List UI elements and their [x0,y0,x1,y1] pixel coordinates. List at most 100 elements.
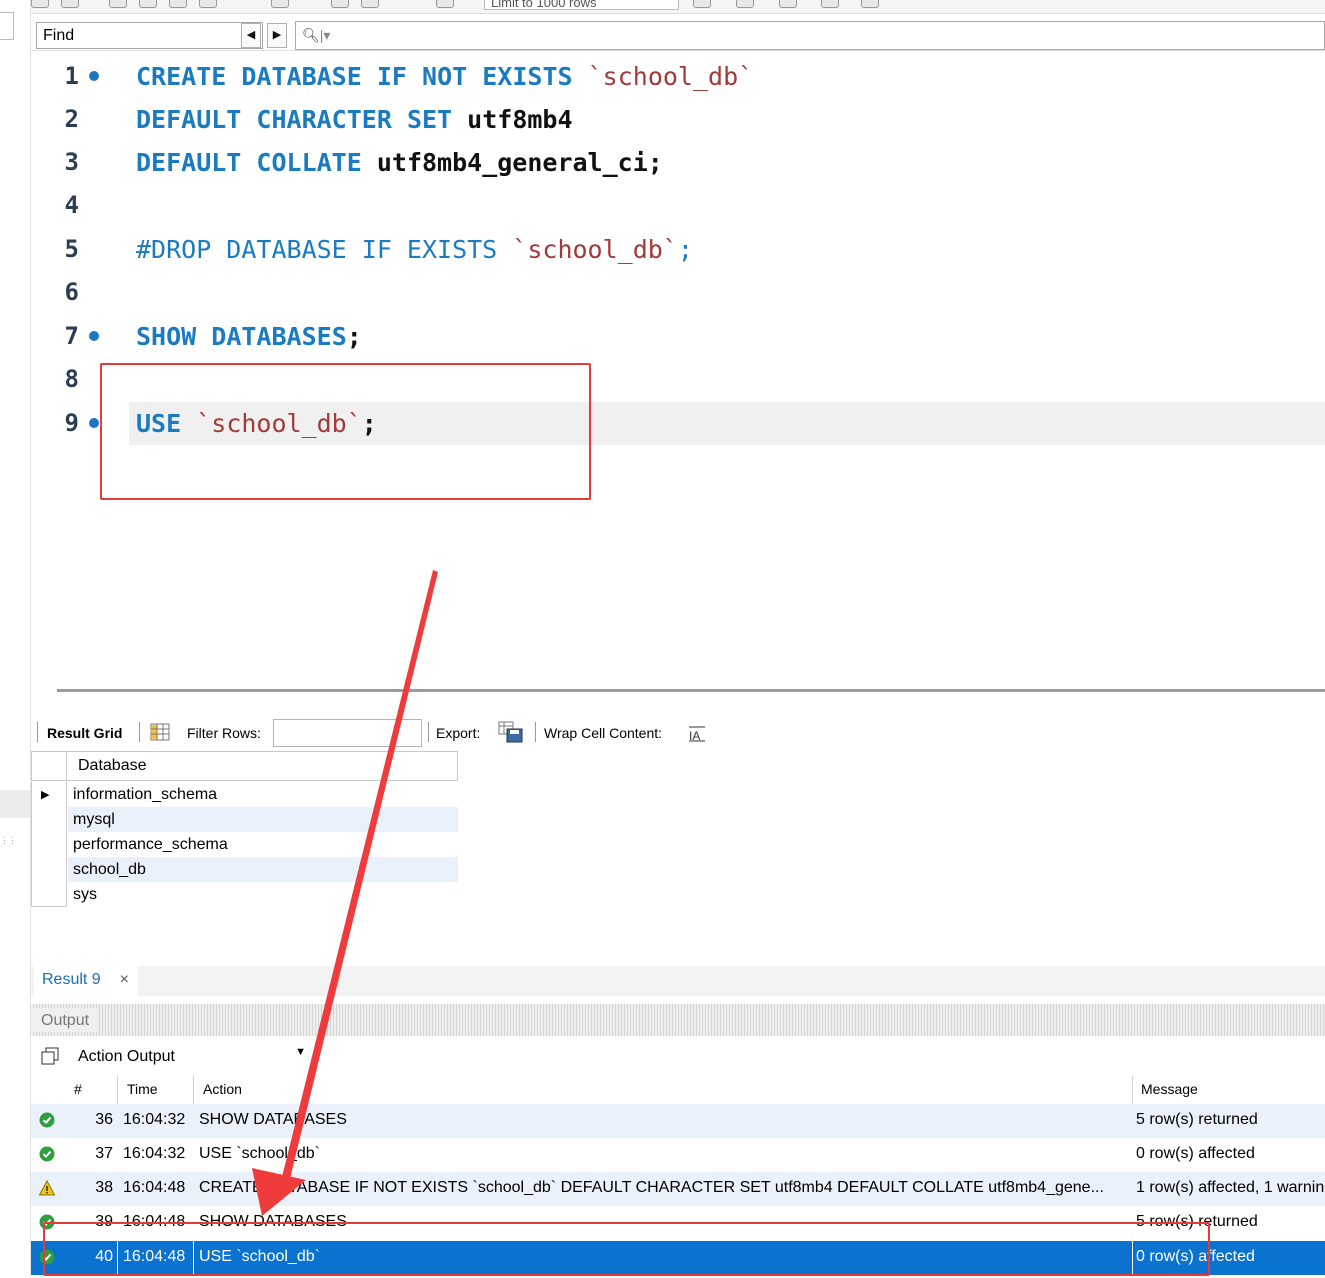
navigator-panel-edge [0,12,14,40]
wrap-cell-icon[interactable]: IA [689,726,707,742]
find-replace-icon[interactable] [779,0,797,8]
code-line-5[interactable]: #DROP DATABASE IF EXISTS `school_db`; [136,228,693,271]
find-previous-button[interactable]: ◀ [241,23,261,48]
open-file-icon[interactable] [31,0,49,8]
find-bar: Find ⌵ ◀ ▶ 🔍︎|▾ [31,18,1325,51]
commit-icon[interactable] [331,0,349,8]
find-mode-select[interactable]: Find ⌵ [36,22,263,49]
splitter-grip[interactable]: ⋮⋮ [0,835,17,846]
row-time: 16:04:32 [123,1111,186,1128]
invisible-chars-icon[interactable] [821,0,839,8]
code-line-7[interactable]: SHOW DATABASES; [136,315,362,358]
output-type-label: Action Output [78,1048,175,1065]
autocommit-icon[interactable] [436,0,454,8]
close-icon[interactable]: × [120,971,129,989]
column-header-num[interactable]: # [74,1081,82,1097]
filter-rows-label: Filter Rows: [187,725,261,741]
row-selector[interactable] [31,807,67,832]
table-row[interactable]: 37 16:04:32 USE `school_db` 0 row(s) aff… [31,1138,1325,1172]
navigator-edge: ⋮⋮ [0,0,31,1278]
tab-result-9[interactable]: Result 9 × [34,966,138,996]
svg-text:IA: IA [689,729,700,742]
line-number: 7 [64,322,79,350]
export-label: Export: [436,725,481,741]
line-number: 5 [64,235,79,263]
row-selector[interactable] [31,857,67,882]
success-icon [39,1112,55,1128]
toggle-error-icon[interactable] [271,0,289,8]
separator [428,722,429,742]
grid-corner[interactable] [31,751,67,781]
line-number: 1 [64,62,79,90]
table-cell[interactable]: mysql [68,807,458,832]
output-panel-header: Output [31,1004,1325,1036]
filter-rows-input[interactable] [273,719,422,747]
line-number: 4 [64,191,79,219]
statement-marker-icon [89,331,99,341]
execute-current-icon[interactable] [139,0,157,8]
explain-icon[interactable] [169,0,187,8]
output-toolbar: Action Output ▼ [31,1040,1325,1073]
tab-label: Result 9 [42,971,101,988]
table-row[interactable]: school_db [31,857,458,882]
table-cell[interactable]: school_db [68,857,458,882]
add-snippet-icon[interactable] [693,0,711,8]
row-time: 16:04:32 [123,1145,186,1162]
annotation-box-editor [100,363,591,500]
copy-icon[interactable] [41,1047,59,1065]
separator [139,722,140,742]
output-type-select[interactable]: Action Output ▼ [72,1045,306,1070]
result-grid-label[interactable]: Result Grid [47,725,122,741]
result-grid-toolbar: Result Grid Filter Rows: Export: Wrap Ce… [31,716,1325,750]
wrap-cell-label: Wrap Cell Content: [544,725,663,741]
table-cell[interactable]: performance_schema [68,832,458,857]
table-cell[interactable]: sys [68,882,458,907]
export-icon[interactable] [498,721,524,743]
line-number: 2 [64,105,79,133]
execute-icon[interactable] [109,0,127,8]
chevron-down-icon: ▼ [295,1046,306,1058]
row-action: SHOW DATABASES [199,1111,347,1128]
code-line-1[interactable]: CREATE DATABASE IF NOT EXISTS `school_db… [136,55,753,98]
panel-splitter[interactable] [57,689,1325,692]
row-selector[interactable] [31,832,67,857]
separator [535,722,536,742]
grid-view-icon[interactable] [150,723,170,741]
warning-icon [39,1180,55,1196]
table-row[interactable]: performance_schema [31,832,458,857]
column-header-action[interactable]: Action [203,1081,242,1097]
save-icon[interactable] [61,0,79,8]
table-row[interactable]: ▶ information_schema [31,782,458,807]
row-message: 1 row(s) affected, 1 warning [1136,1179,1325,1196]
code-line-2[interactable]: DEFAULT CHARACTER SET utf8mb4 [136,98,573,141]
code-line-3[interactable]: DEFAULT COLLATE utf8mb4_general_ci; [136,141,663,184]
row-pointer-icon[interactable]: ▶ [31,782,67,807]
stop-icon[interactable] [199,0,217,8]
sql-editor-toolbar: Limit to 1000 rows [31,0,1325,14]
table-cell[interactable]: information_schema [68,782,458,807]
navigator-band [0,790,30,818]
annotation-box-output [43,1222,1210,1276]
separator [37,722,38,742]
line-number: 6 [64,278,79,306]
table-header: # Time Action Message [31,1076,1325,1104]
row-number: 38 [95,1179,113,1196]
column-header-message[interactable]: Message [1141,1081,1198,1097]
table-row[interactable]: sys [31,882,458,907]
table-row[interactable]: 38 16:04:48 CREATE DATABASE IF NOT EXIST… [31,1172,1325,1206]
column-header-time[interactable]: Time [127,1081,158,1097]
rollback-icon[interactable] [361,0,379,8]
wrap-lines-icon[interactable] [861,0,879,8]
row-action: USE `school_db` [199,1145,320,1162]
output-title: Output [31,1008,100,1032]
row-selector[interactable] [31,882,67,907]
statement-marker-icon [89,71,99,81]
table-row[interactable]: mysql [31,807,458,832]
beautify-icon[interactable] [736,0,754,8]
limit-rows-select[interactable]: Limit to 1000 rows [484,0,679,10]
find-input[interactable]: 🔍︎|▾ [295,21,1325,50]
find-mode-label: Find [43,27,75,44]
find-next-button[interactable]: ▶ [267,23,287,48]
table-row[interactable]: 36 16:04:32 SHOW DATABASES 5 row(s) retu… [31,1104,1325,1138]
column-header-database[interactable]: Database [67,751,458,781]
